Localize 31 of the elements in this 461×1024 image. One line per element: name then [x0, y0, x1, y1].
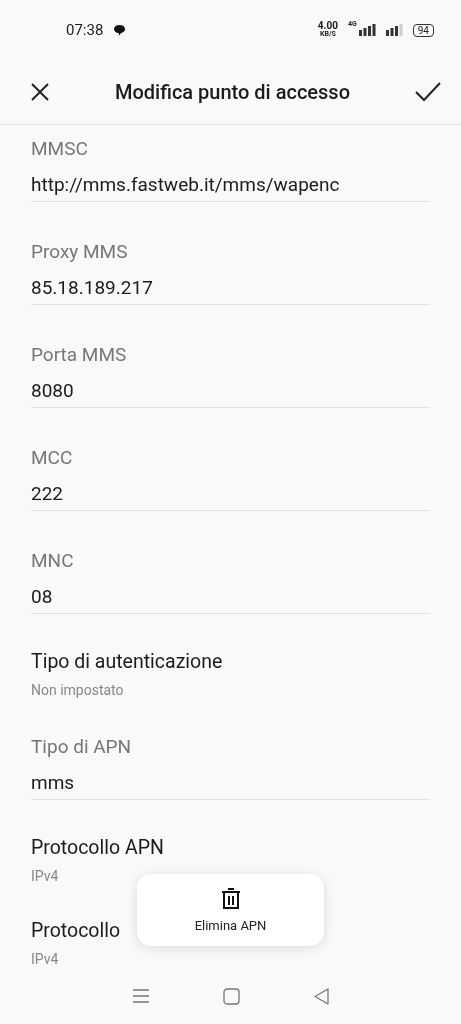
field-label: Porta MMS — [31, 342, 128, 368]
field-label: Tipo di APN — [31, 734, 133, 760]
field-label: MNC — [31, 548, 75, 574]
signal-icon — [358, 24, 376, 36]
menu-icon[interactable] — [131, 988, 150, 1004]
input-field[interactable]: 08 — [31, 583, 430, 614]
chat-bubble-icon — [113, 24, 127, 36]
input-field[interactable]: 222 — [31, 480, 430, 511]
setting-title[interactable]: Tipo di autenticazione — [31, 648, 223, 676]
input-field[interactable]: 85.18.189.217 — [31, 274, 430, 305]
setting-value: IPv4 — [31, 950, 60, 969]
field-label: Proxy MMS — [31, 239, 129, 265]
home-icon[interactable] — [222, 987, 240, 1005]
setting-title[interactable]: Protocollo — [31, 917, 121, 945]
input-field[interactable]: mms — [31, 769, 430, 800]
field-label: MCC — [31, 445, 74, 471]
setting-value: IPv4 — [31, 867, 60, 886]
delete-apn-toast[interactable]: Elimina APN — [137, 874, 324, 946]
signal-icon — [385, 24, 403, 36]
close-icon[interactable] — [30, 82, 50, 102]
setting-value: Non impostato — [31, 681, 125, 700]
battery-indicator: 94 — [412, 23, 434, 37]
clock: 07:38 — [66, 21, 104, 39]
screen-title: Modifica punto di accesso — [114, 80, 351, 104]
input-field[interactable]: http://mms.fastweb.it/mms/wapenc — [31, 171, 430, 202]
back-icon[interactable] — [312, 987, 330, 1005]
trash-icon — [220, 887, 241, 910]
field-label: MMSC — [31, 136, 89, 162]
input-field[interactable]: 8080 — [31, 377, 430, 408]
setting-title[interactable]: Protocollo APN — [31, 834, 164, 862]
checkmark-icon[interactable] — [415, 82, 441, 102]
